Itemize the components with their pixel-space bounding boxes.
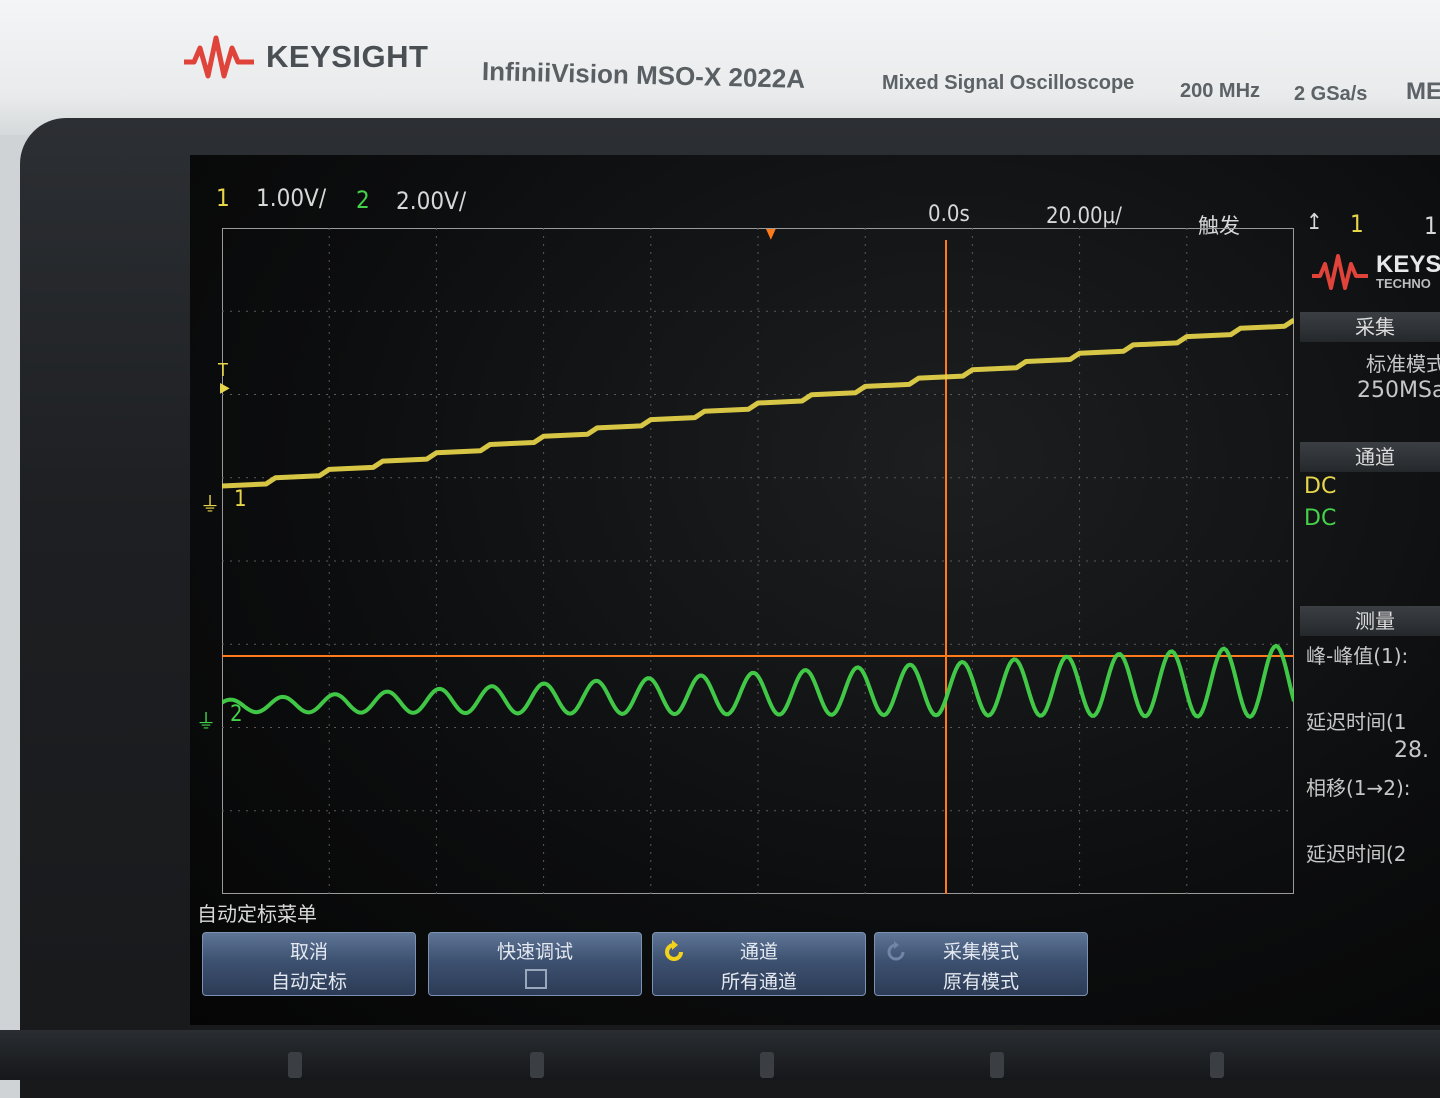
- acquire-mode-button[interactable]: 采集模式 原有模式: [874, 932, 1088, 996]
- instrument-header: KEYSIGHT InfiniiVision MSO-X 2022A Mixed…: [0, 0, 1440, 135]
- channels-button[interactable]: 通道 所有通道: [652, 932, 866, 996]
- ch1-ground-marker[interactable]: 1: [234, 487, 247, 512]
- ch1-number[interactable]: 1: [216, 184, 230, 212]
- ch2-coupling: DC: [1304, 506, 1337, 531]
- panel-brand-sub: TECHNO: [1376, 275, 1431, 291]
- waveform-graticule[interactable]: [220, 227, 1296, 895]
- time-offset[interactable]: 0.0s: [928, 202, 970, 227]
- model-name: InfiniiVision MSO-X 2022A: [481, 56, 806, 94]
- measure-delay-1: 延迟时间(1: [1306, 710, 1407, 734]
- trigger-position-icon: ▼: [766, 226, 776, 242]
- cancel-autoscale-button[interactable]: 取消 自动定标: [202, 932, 416, 996]
- softmenu-title: 自动定标菜单: [197, 902, 317, 926]
- acquire-mode: 标准模式: [1366, 352, 1440, 376]
- ch2-ground-icon: ⏚: [196, 709, 216, 733]
- acquire-rate: 250MSa: [1357, 378, 1440, 403]
- truncated-spec: ME: [1406, 78, 1440, 105]
- trigger-level-marker[interactable]: T: [218, 360, 228, 381]
- acquire-header[interactable]: 采集: [1300, 312, 1440, 342]
- front-panel-lower: [0, 1030, 1440, 1080]
- ch1-coupling: DC: [1304, 474, 1337, 499]
- softkey-sublabel: 所有通道: [720, 971, 797, 993]
- front-panel-key[interactable]: [990, 1052, 1004, 1078]
- ch2-scale[interactable]: 2.00V/: [396, 187, 466, 215]
- trigger-level[interactable]: 1: [1424, 212, 1438, 240]
- softkey-label: 取消: [289, 941, 328, 963]
- measure-header[interactable]: 测量: [1300, 606, 1440, 636]
- channel-header[interactable]: 通道: [1300, 442, 1440, 472]
- waveform-svg: [220, 227, 1296, 895]
- time-scale[interactable]: 20.00µ/: [1046, 204, 1122, 229]
- bandwidth-spec: 200 MHz: [1180, 80, 1261, 102]
- measure-phase: 相移(1→2):: [1306, 776, 1411, 800]
- keysight-logo: KEYSIGHT: [182, 30, 428, 84]
- trigger-arrow-icon: ▶: [220, 380, 230, 396]
- fast-debug-button[interactable]: 快速调试: [428, 932, 642, 996]
- panel-logo: KEYS TECHNO: [1310, 250, 1440, 294]
- keysight-wave-icon: [184, 35, 254, 79]
- trigger-source[interactable]: 1: [1350, 210, 1364, 238]
- softkey-label: 采集模式: [942, 941, 1019, 963]
- measure-peak-to-peak: 峰-峰值(1):: [1306, 644, 1409, 668]
- samplerate-spec: 2 GSa/s: [1294, 83, 1368, 105]
- ch2-number[interactable]: 2: [356, 186, 370, 214]
- softkey-sublabel: 自动定标: [270, 971, 347, 993]
- model-description: Mixed Signal Oscilloscope: [882, 72, 1135, 94]
- front-panel-key[interactable]: [530, 1052, 544, 1078]
- softkey-sublabel: 原有模式: [942, 971, 1019, 993]
- fast-debug-checkbox[interactable]: [525, 969, 547, 989]
- softkey-label: 通道: [739, 941, 778, 963]
- front-panel-key[interactable]: [288, 1052, 302, 1078]
- panel-brand: KEYS: [1376, 250, 1440, 278]
- measure-delay-1-value: 28.: [1394, 738, 1429, 763]
- ch1-scale[interactable]: 1.00V/: [256, 184, 326, 212]
- ch1-ground-icon: ⏚: [200, 492, 220, 516]
- front-panel-key[interactable]: [760, 1052, 774, 1078]
- trigger-edge-icon: ↥: [1306, 210, 1323, 235]
- keysight-wave-small-icon: [1312, 254, 1368, 290]
- brand-name: KEYSIGHT: [266, 39, 429, 74]
- softkey-label: 快速调试: [496, 941, 573, 963]
- measure-delay-2: 延迟时间(2: [1306, 842, 1407, 866]
- front-panel-key[interactable]: [1210, 1052, 1224, 1078]
- ch2-ground-marker[interactable]: 2: [230, 702, 243, 727]
